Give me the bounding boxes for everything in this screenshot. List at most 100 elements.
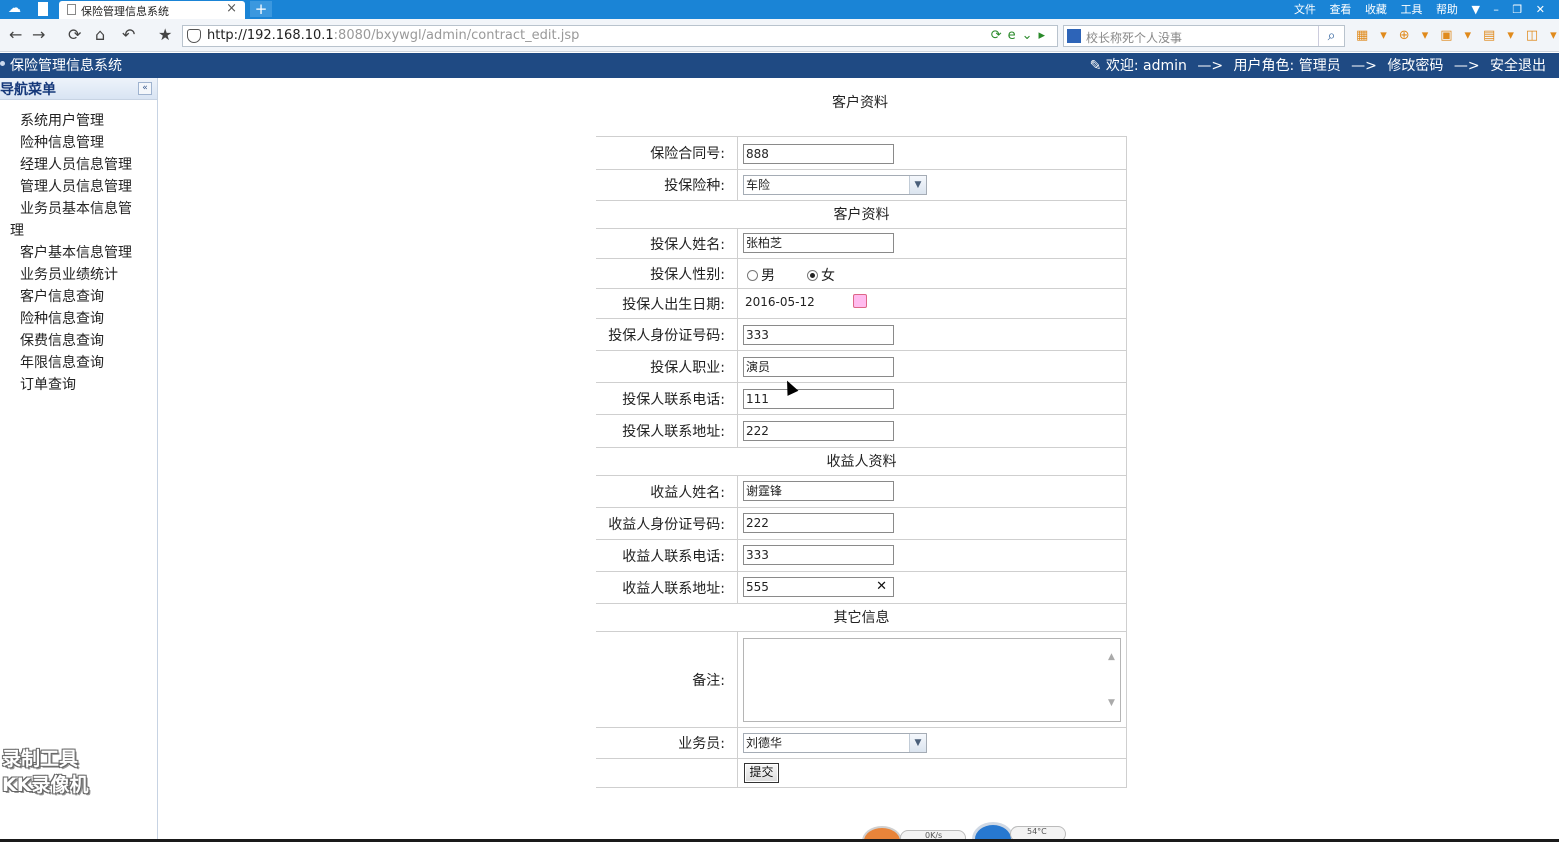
- new-tab-button[interactable]: +: [250, 1, 272, 17]
- name-input[interactable]: 张柏芝: [743, 233, 894, 253]
- refresh-icon[interactable]: ⟳: [68, 26, 81, 44]
- menu-help[interactable]: 帮助: [1436, 3, 1458, 16]
- id-no-input[interactable]: 333: [743, 325, 894, 345]
- close-window-icon[interactable]: ✕: [1536, 3, 1545, 16]
- row-phone: 投保人联系电话: 111: [596, 382, 1127, 414]
- label-address: 投保人联系地址:: [596, 415, 738, 447]
- label-contract-no: 保险合同号:: [596, 137, 738, 169]
- tab-close-icon[interactable]: ×: [226, 1, 237, 16]
- shirt-icon[interactable]: ▼: [1471, 3, 1479, 16]
- sidebar-item-customers[interactable]: 客户基本信息管理: [0, 242, 150, 264]
- home-icon[interactable]: ⌂: [95, 26, 105, 44]
- browser-menu: 文件 查看 收藏 工具 帮助 ▼ – ❐ ✕: [1284, 1, 1545, 17]
- sidebar-item-performance[interactable]: 业务员业绩统计: [0, 264, 150, 286]
- search-input[interactable]: 校长称死个人没事: [1086, 29, 1182, 46]
- row-ben-name: 收益人姓名: 谢霆锋: [596, 475, 1127, 507]
- section-other: 其它信息: [596, 603, 1127, 631]
- gender-male-radio[interactable]: 男: [747, 265, 775, 285]
- menu-file[interactable]: 文件: [1294, 3, 1316, 16]
- row-birth: 投保人出生日期: 2016-05-12: [596, 288, 1127, 318]
- app-title: 保险管理信息系统: [10, 58, 122, 74]
- label-gender: 投保人性别:: [596, 259, 738, 288]
- label-ben-name: 收益人姓名:: [596, 476, 738, 507]
- calendar-icon[interactable]: [853, 294, 867, 308]
- url-text[interactable]: http://192.168.10.1:8080/bxywgl/admin/co…: [207, 28, 579, 43]
- row-submit: 提交: [596, 758, 1127, 788]
- row-id-no: 投保人身份证号码: 333: [596, 318, 1127, 350]
- chevron-down-icon[interactable]: ▼: [909, 734, 926, 752]
- row-ben-address: 收益人联系地址: 555 ✕: [596, 571, 1127, 603]
- sidebar-item-type-query[interactable]: 险种信息查询: [0, 308, 150, 330]
- contract-no-input[interactable]: 888: [743, 144, 894, 164]
- chevron-down-icon[interactable]: ▼: [909, 176, 926, 194]
- job-input[interactable]: 演员: [743, 357, 894, 377]
- logout-link[interactable]: 安全退出: [1490, 58, 1546, 74]
- tab-title: 保险管理信息系统: [81, 5, 169, 18]
- label-ben-address: 收益人联系地址:: [596, 572, 738, 603]
- star-icon[interactable]: ★: [158, 26, 172, 44]
- collapse-button[interactable]: «: [138, 82, 152, 95]
- label-remark: 备注:: [596, 632, 738, 727]
- clear-icon[interactable]: ✕: [876, 578, 887, 596]
- url-bar[interactable]: http://192.168.10.1:8080/bxywgl/admin/co…: [182, 25, 1058, 47]
- insurance-type-select[interactable]: 车险 ▼: [743, 175, 927, 195]
- sidebar-item-premium-query[interactable]: 保费信息查询: [0, 330, 150, 352]
- gender-female-radio[interactable]: 女: [807, 265, 835, 285]
- section-customer: 客户资料: [596, 200, 1127, 228]
- browser-tab-strip: ☁ 保险管理信息系统 × + 文件 查看 收藏 工具 帮助 ▼ – ❐ ✕: [0, 0, 1559, 19]
- row-insurance-type: 投保险种: 车险 ▼: [596, 169, 1127, 200]
- radio-unchecked-icon[interactable]: [747, 269, 758, 281]
- sidebar-item-insurance-types[interactable]: 险种信息管理: [0, 132, 150, 154]
- label-ben-phone: 收益人联系电话:: [596, 540, 738, 571]
- row-ben-id: 收益人身份证号码: 222: [596, 507, 1127, 539]
- forward-icon[interactable]: →: [32, 26, 45, 44]
- ben-id-input[interactable]: 222: [743, 513, 894, 533]
- shield-icon: [187, 29, 201, 43]
- remark-textarea[interactable]: [743, 638, 1121, 722]
- contract-form: 保险合同号: 888 投保险种: 车险 ▼ 客户资料 投保人姓名: 张柏芝 投保人…: [596, 136, 1127, 788]
- restore-icon[interactable]: ❐: [1512, 3, 1522, 16]
- cloud-icon[interactable]: ☁: [8, 2, 28, 16]
- url-action-icons[interactable]: ⟳e⌄▸: [991, 28, 1051, 43]
- address-toolbar: ← → ⟳ ⌂ ↶ ★ http://192.168.10.1:8080/bxy…: [0, 19, 1559, 52]
- ben-address-input[interactable]: 555 ✕: [743, 577, 894, 597]
- search-icon[interactable]: ⌕: [1318, 26, 1344, 46]
- undo-icon[interactable]: ↶: [122, 26, 135, 44]
- row-contract-no: 保险合同号: 888: [596, 136, 1127, 169]
- search-bar[interactable]: 校长称死个人没事 ⌕: [1063, 25, 1345, 47]
- sidebar-item-admins[interactable]: 管理人员信息管理: [0, 176, 150, 198]
- row-job: 投保人职业: 演员: [596, 350, 1127, 382]
- minimize-icon[interactable]: –: [1493, 3, 1499, 16]
- search-engine-icon[interactable]: [1067, 29, 1081, 43]
- row-salesman: 业务员: 刘德华 ▼: [596, 727, 1127, 758]
- document-icon: [67, 4, 76, 15]
- row-gender: 投保人性别: 男 女: [596, 258, 1127, 288]
- user-icon: ✎: [1089, 58, 1102, 74]
- submit-button[interactable]: 提交: [744, 763, 779, 783]
- phone-input[interactable]: 111: [743, 389, 894, 409]
- sidebar-item-system-users[interactable]: 系统用户管理: [0, 110, 150, 132]
- menu-view[interactable]: 查看: [1329, 3, 1351, 16]
- back-icon[interactable]: ←: [9, 26, 22, 44]
- change-password-link[interactable]: 修改密码: [1387, 58, 1443, 74]
- app-header: 保险管理信息系统 ✎ 欢迎: admin —> 用户角色: 管理员 —> 修改密…: [0, 53, 1559, 78]
- sidebar-item-salesmen[interactable]: 业务员基本信息管理: [0, 198, 150, 242]
- menu-tools[interactable]: 工具: [1400, 3, 1422, 16]
- salesman-select[interactable]: 刘德华 ▼: [743, 733, 927, 753]
- browser-tab[interactable]: 保险管理信息系统 ×: [59, 1, 245, 19]
- menu-favorites[interactable]: 收藏: [1365, 3, 1387, 16]
- sidebar-item-managers[interactable]: 经理人员信息管理: [0, 154, 150, 176]
- address-input[interactable]: 222: [743, 421, 894, 441]
- sidebar-item-customer-query[interactable]: 客户信息查询: [0, 286, 150, 308]
- radio-checked-icon[interactable]: [807, 269, 818, 281]
- row-ben-phone: 收益人联系电话: 333: [596, 539, 1127, 571]
- ben-phone-input[interactable]: 333: [743, 545, 894, 565]
- birth-date-input[interactable]: 2016-05-12: [743, 293, 894, 313]
- label-job: 投保人职业:: [596, 351, 738, 382]
- label-birth: 投保人出生日期:: [596, 289, 738, 318]
- extension-icons[interactable]: ▦▾⊕▾▣▾▤▾◫▾⌕: [1356, 28, 1559, 43]
- sidebar-item-term-query[interactable]: 年限信息查询: [0, 352, 150, 374]
- ben-name-input[interactable]: 谢霆锋: [743, 481, 894, 501]
- sidebar-item-order-query[interactable]: 订单查询: [0, 374, 150, 396]
- page-icon[interactable]: [38, 2, 48, 16]
